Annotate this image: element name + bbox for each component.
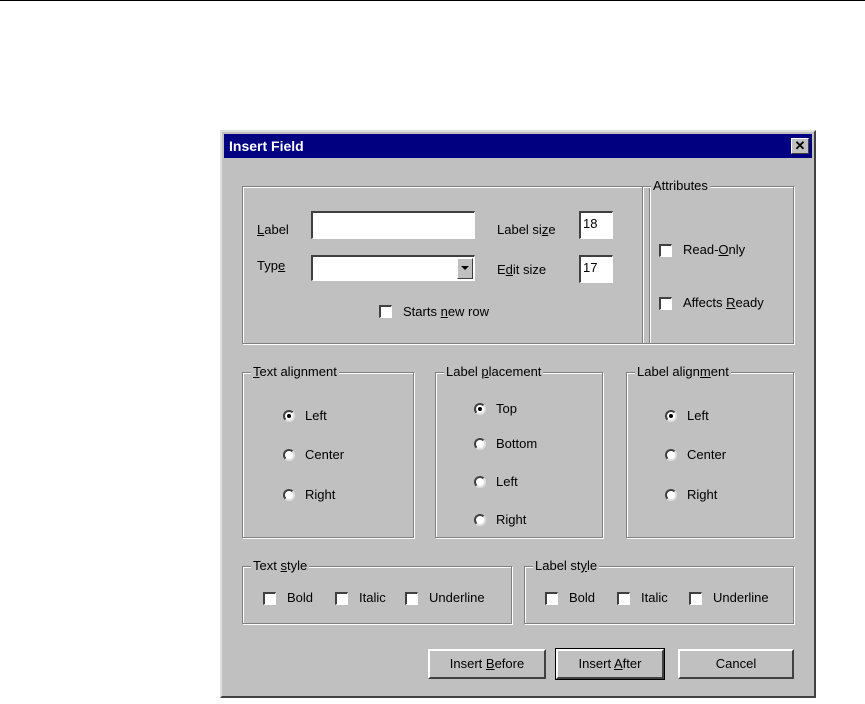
read-only-label: Read-Only bbox=[683, 242, 746, 257]
label-placement-group: Label placement Top Bottom Left Right bbox=[435, 364, 603, 538]
text-align-center-radio[interactable] bbox=[283, 449, 295, 461]
top-rule bbox=[0, 0, 865, 1]
insert-before-button[interactable]: Insert Before bbox=[428, 649, 546, 679]
label-input[interactable] bbox=[311, 211, 475, 239]
label-underline-label: Underline bbox=[713, 590, 769, 605]
read-only-checkbox[interactable] bbox=[659, 244, 672, 257]
type-dropdown[interactable] bbox=[311, 255, 475, 281]
label-field-label: Label bbox=[257, 222, 289, 237]
text-italic-checkbox[interactable] bbox=[335, 592, 348, 605]
text-underline-checkbox[interactable] bbox=[405, 592, 418, 605]
insert-after-button[interactable]: Insert After bbox=[555, 648, 665, 680]
label-style-legend: Label style bbox=[533, 558, 600, 574]
placement-top-radio[interactable] bbox=[474, 403, 486, 415]
label-placement-legend: Label placement bbox=[444, 364, 544, 380]
text-alignment-legend: Text alignment bbox=[251, 364, 339, 380]
text-italic-label: Italic bbox=[359, 590, 386, 605]
placement-right-label: Right bbox=[496, 512, 527, 527]
label-italic-checkbox[interactable] bbox=[617, 592, 630, 605]
label-italic-label: Italic bbox=[641, 590, 668, 605]
placement-bottom-label: Bottom bbox=[496, 436, 538, 451]
type-field-label: Type bbox=[257, 258, 286, 273]
affects-ready-checkbox[interactable] bbox=[659, 297, 672, 310]
text-alignment-group: Text alignment Left Center Right bbox=[242, 364, 414, 538]
placement-bottom-radio[interactable] bbox=[474, 438, 486, 450]
placement-right-radio[interactable] bbox=[474, 514, 486, 526]
affects-ready-label: Affects Ready bbox=[683, 295, 764, 310]
attributes-group: Attributes Read-Only Affects Ready bbox=[642, 178, 794, 344]
label-bold-label: Bold bbox=[569, 590, 596, 605]
text-align-left-radio[interactable] bbox=[283, 410, 295, 422]
label-align-center-radio[interactable] bbox=[665, 449, 677, 461]
text-align-center-label: Center bbox=[305, 447, 345, 462]
label-align-left-label: Left bbox=[687, 408, 709, 423]
dialog-title: Insert Field bbox=[229, 138, 304, 154]
label-alignment-group: Label alignment Left Center Right bbox=[626, 364, 794, 538]
attributes-legend: Attributes bbox=[651, 178, 710, 194]
label-style-group: Label style Bold Italic Underline bbox=[524, 558, 794, 624]
edit-size-label: Edit size bbox=[497, 262, 547, 277]
label-size-input[interactable]: 18 bbox=[579, 211, 613, 239]
text-style-group: Text style Bold Italic Underline bbox=[242, 558, 512, 624]
cancel-button[interactable]: Cancel bbox=[678, 649, 794, 679]
label-align-right-label: Right bbox=[687, 487, 718, 502]
text-align-left-label: Left bbox=[305, 408, 327, 423]
starts-new-row-label: Starts new row bbox=[403, 304, 489, 319]
text-style-legend: Text style bbox=[251, 558, 310, 574]
text-align-right-label: Right bbox=[305, 487, 336, 502]
label-align-center-label: Center bbox=[687, 447, 727, 462]
title-bar: Insert Field ✕ bbox=[224, 134, 812, 158]
label-underline-checkbox[interactable] bbox=[689, 592, 702, 605]
text-bold-checkbox[interactable] bbox=[263, 592, 276, 605]
starts-new-row-checkbox[interactable] bbox=[379, 305, 392, 318]
label-alignment-legend: Label alignment bbox=[635, 364, 731, 380]
placement-left-label: Left bbox=[496, 474, 518, 489]
label-bold-checkbox[interactable] bbox=[545, 592, 558, 605]
placement-top-label: Top bbox=[496, 401, 517, 416]
field-settings-group: Label Label size 18 Type Edit size 17 St… bbox=[242, 186, 650, 344]
text-align-right-radio[interactable] bbox=[283, 489, 295, 501]
label-align-left-radio[interactable] bbox=[665, 410, 677, 422]
text-underline-label: Underline bbox=[429, 590, 485, 605]
placement-left-radio[interactable] bbox=[474, 476, 486, 488]
close-icon[interactable]: ✕ bbox=[791, 138, 809, 154]
insert-field-dialog: Insert Field ✕ Label Label size 18 Type … bbox=[220, 130, 816, 698]
text-bold-label: Bold bbox=[287, 590, 314, 605]
edit-size-input[interactable]: 17 bbox=[579, 255, 613, 283]
label-align-right-radio[interactable] bbox=[665, 489, 677, 501]
chevron-down-icon[interactable] bbox=[457, 258, 473, 279]
label-size-label: Label size bbox=[497, 222, 556, 237]
